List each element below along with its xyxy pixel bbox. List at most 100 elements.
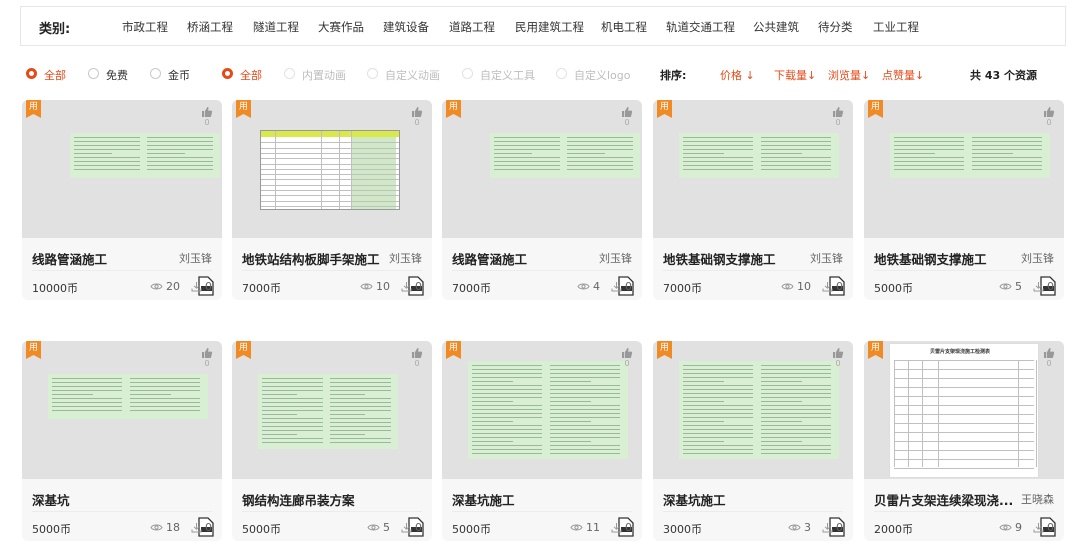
resource-thumbnail[interactable] (22, 341, 222, 479)
category-item[interactable]: 工业工程 (873, 19, 919, 35)
like-button[interactable]: 0 (831, 106, 845, 128)
resource-title[interactable]: 钢结构连廊吊装方案 (242, 490, 355, 509)
like-button[interactable]: 0 (200, 106, 214, 128)
type-custom-logo-radio[interactable] (556, 68, 567, 79)
type-all-label[interactable]: 全部 (240, 67, 262, 83)
sort-price-button[interactable]: 价格 ↓ (720, 67, 755, 83)
resource-card[interactable]: 用 0 地铁基础钢支撑施工 刘玉锋 7000币 10 0 (653, 100, 853, 300)
resource-price: 5000币 (242, 523, 281, 536)
category-item[interactable]: 道路工程 (449, 19, 495, 35)
resource-author[interactable]: 刘玉锋 (1021, 250, 1054, 266)
category-item[interactable]: 机电工程 (601, 19, 647, 35)
resource-thumbnail[interactable] (442, 341, 642, 479)
resource-title[interactable]: 线路管涵施工 (452, 249, 527, 268)
resource-card[interactable]: 贝雷片支架现浇施工检测表用 0 贝雷片支架连续梁现浇... 王晓森 2000币 9 0 (864, 341, 1064, 541)
thumbs-up-icon (202, 107, 213, 117)
sort-views-button[interactable]: 浏览量↓ (828, 67, 870, 83)
resource-thumbnail[interactable] (653, 100, 853, 238)
resource-card[interactable]: 用 0 钢结构连廊吊装方案 5000币 5 0 (232, 341, 432, 541)
like-button[interactable]: 0 (410, 347, 424, 369)
download-icon (822, 282, 833, 292)
price-free-label[interactable]: 免费 (106, 67, 128, 83)
resource-stats: 11 0 (570, 521, 632, 534)
card-divider (242, 511, 422, 512)
resource-thumbnail[interactable]: 贝雷片支架现浇施工检测表 (864, 341, 1064, 479)
resource-price: 5000币 (452, 523, 491, 536)
like-button[interactable]: 0 (1042, 347, 1056, 369)
view-count: 5 (1015, 280, 1022, 293)
resource-author[interactable]: 刘玉锋 (179, 250, 212, 266)
resource-card[interactable]: 用 0 深基坑施工 5000币 11 0 (442, 341, 642, 541)
category-item[interactable]: 待分类 (818, 19, 853, 35)
resource-thumbnail[interactable] (232, 341, 432, 479)
category-item[interactable]: 民用建筑工程 (515, 19, 584, 35)
category-item[interactable]: 公共建筑 (753, 19, 799, 35)
sort-likes-button[interactable]: 点赞量↓ (882, 67, 924, 83)
thumbs-up-icon (1044, 348, 1055, 358)
type-custom-animation-label[interactable]: 自定义动画 (385, 67, 440, 83)
like-button[interactable]: 0 (620, 106, 634, 128)
document-preview (890, 133, 1050, 178)
resource-author[interactable]: 刘玉锋 (389, 250, 422, 266)
resource-thumbnail[interactable] (653, 341, 853, 479)
resource-title[interactable]: 地铁站结构板脚手架施工 (242, 249, 380, 268)
resource-title[interactable]: 地铁基础钢支撑施工 (663, 249, 776, 268)
like-button[interactable]: 0 (410, 106, 424, 128)
price-gold-radio[interactable] (150, 68, 161, 79)
resource-author[interactable]: 刘玉锋 (810, 250, 843, 266)
type-all-radio[interactable] (222, 68, 233, 79)
category-item[interactable]: 建筑设备 (383, 19, 429, 35)
type-custom-logo-label[interactable]: 自定义logo (574, 67, 631, 83)
resource-thumbnail[interactable] (442, 100, 642, 238)
view-count: 9 (1015, 521, 1022, 534)
resource-card[interactable]: 用 0 深基坑 5000币 18 0 (22, 341, 222, 541)
category-item[interactable]: 大赛作品 (318, 19, 364, 35)
resource-card[interactable]: 用 0 地铁基础钢支撑施工 刘玉锋 5000币 5 0 (864, 100, 1064, 300)
view-count: 11 (586, 521, 600, 534)
category-item[interactable]: 轨道交通工程 (666, 19, 735, 35)
price-free-radio[interactable] (88, 68, 99, 79)
category-item[interactable]: 隧道工程 (253, 19, 299, 35)
resource-thumbnail[interactable] (864, 100, 1064, 238)
type-builtin-animation-radio[interactable] (284, 68, 295, 79)
download-icon (401, 523, 412, 533)
download-icon (822, 523, 833, 533)
resource-title[interactable]: 深基坑 (32, 490, 70, 509)
category-item[interactable]: 市政工程 (122, 19, 168, 35)
sort-downloads-button[interactable]: 下载量↓ (774, 67, 816, 83)
download-icon (611, 282, 622, 292)
resource-author[interactable]: 刘玉锋 (599, 250, 632, 266)
like-button[interactable]: 0 (831, 347, 845, 369)
view-count: 3 (804, 521, 811, 534)
type-custom-animation-radio[interactable] (367, 68, 378, 79)
type-custom-tool-radio[interactable] (462, 68, 473, 79)
resource-thumbnail[interactable] (232, 100, 432, 238)
document-preview (490, 133, 640, 178)
like-button[interactable]: 0 (1042, 106, 1056, 128)
type-builtin-animation-label[interactable]: 内置动画 (302, 67, 346, 83)
resource-title[interactable]: 贝雷片支架连续梁现浇... (874, 490, 1013, 509)
price-all-label[interactable]: 全部 (44, 67, 66, 83)
resource-card[interactable]: 用 0 线路管涵施工 刘玉锋 10000币 20 0 (22, 100, 222, 300)
resource-thumbnail[interactable] (22, 100, 222, 238)
download-count: 0 (205, 521, 212, 534)
like-button[interactable]: 0 (620, 347, 634, 369)
filter-row: 全部 免费 金币 全部 内置动画 自定义动画 自定义工具 自定义logo 排序:… (0, 62, 1080, 86)
type-custom-tool-label[interactable]: 自定义工具 (480, 67, 535, 83)
resource-card[interactable]: 用 0 线路管涵施工 刘玉锋 7000币 4 0 (442, 100, 642, 300)
resource-author[interactable]: 王晓森 (1021, 491, 1054, 507)
resource-card[interactable]: 用 0 深基坑施工 3000币 3 0 (653, 341, 853, 541)
price-gold-label[interactable]: 金币 (168, 67, 190, 83)
resource-title[interactable]: 深基坑施工 (452, 490, 515, 509)
download-icon (401, 282, 412, 292)
resource-title[interactable]: 地铁基础钢支撑施工 (874, 249, 987, 268)
view-count: 20 (166, 280, 180, 293)
resource-stats: 40 (577, 280, 632, 293)
resource-card[interactable]: 用 0 地铁站结构板脚手架施工 刘玉锋 7000币 10 0 (232, 100, 432, 300)
resource-title[interactable]: 深基坑施工 (663, 490, 726, 509)
category-item[interactable]: 桥涵工程 (187, 19, 233, 35)
like-button[interactable]: 0 (200, 347, 214, 369)
resource-title[interactable]: 线路管涵施工 (32, 249, 107, 268)
download-count: 0 (1047, 521, 1054, 534)
price-all-radio[interactable] (26, 68, 37, 79)
